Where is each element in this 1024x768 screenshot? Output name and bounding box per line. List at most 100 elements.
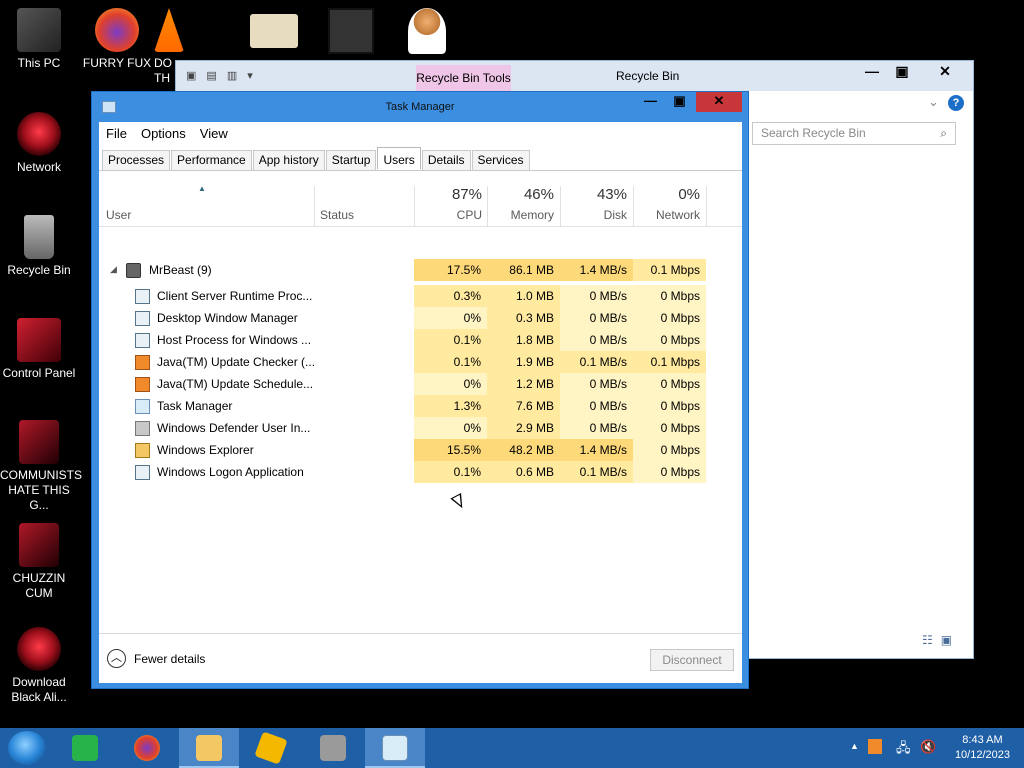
this-pc-shortcut[interactable]: This PC [0,8,78,71]
menu-view[interactable]: View [200,126,228,146]
column-cpu[interactable]: CPU [414,208,482,222]
clock[interactable]: 8:43 AM 10/12/2023 [955,733,1010,763]
details-view-icon[interactable]: ☷ [922,633,933,647]
taskbar-task-manager[interactable] [365,728,425,768]
column-network[interactable]: Network [633,208,700,222]
table-row[interactable]: Windows Logon Application 0.1% 0.6 MB 0.1 M… [99,461,742,483]
maze-app-icon[interactable] [328,8,374,54]
start-button[interactable] [8,731,46,765]
table-row[interactable]: Task Manager 1.3% 7.6 MB 0 MB/s 0 Mbps [99,395,742,417]
properties-icon[interactable]: ▣ [186,69,196,82]
tab-services[interactable]: Services [471,150,530,171]
column-memory-pct[interactable]: 46% [487,186,554,203]
user-name: MrBeast (9) [149,263,212,277]
close-button[interactable]: ✕ [696,92,742,112]
table-row[interactable]: Windows Defender User In... 0% 2.9 MB 0 MB/… [99,417,742,439]
network-icon [17,112,61,156]
alien-app-icon [19,523,59,567]
column-disk-pct[interactable]: 43% [560,186,627,203]
table-row[interactable]: Desktop Window Manager 0% 0.3 MB 0 MB/s 0 Mb… [99,307,742,329]
taskbar-firewall-app[interactable] [303,728,363,768]
download-shortcut[interactable]: Download Black Ali... [0,627,78,705]
chuzzin-shortcut[interactable]: CHUZZIN CUM [0,523,78,601]
process-icon [135,333,150,348]
process-icon [135,355,150,370]
search-input[interactable]: Search Recycle Bin ⌕ [752,122,956,145]
doctor-app-icon[interactable] [408,8,446,54]
memory-cell: 1.2 MB [487,373,560,395]
hxd-icon[interactable] [250,14,298,48]
rename-icon[interactable]: ▥ [227,69,237,82]
column-user[interactable]: User [106,208,131,222]
network-tray-icon[interactable]: 🖧 [896,739,911,761]
divider [99,170,742,171]
recycle-bin-tools-tab[interactable]: Recycle Bin Tools [416,65,511,91]
minimize-button[interactable]: — [857,61,887,83]
taskbar-package-app[interactable] [241,728,301,768]
network-cell: 0 Mbps [633,285,706,307]
clock-time: 8:43 AM [962,734,1003,746]
memory-cell: 1.8 MB [487,329,560,351]
column-memory[interactable]: Memory [487,208,554,222]
brick-wall-icon [320,735,346,761]
maximize-button[interactable]: ▣ [887,61,917,83]
desktop-icon-label: Network [16,160,61,174]
table-row[interactable]: Windows Explorer 15.5% 48.2 MB 1.4 MB/s 0 Mb… [99,439,742,461]
minimize-button[interactable]: — [636,92,665,112]
orb-icon [17,627,61,671]
column-status[interactable]: Status [320,208,354,222]
user-icon [126,263,141,278]
disk-cell: 0 MB/s [560,395,633,417]
this-pc-icon [17,8,61,52]
taskbar-firefox[interactable] [117,728,177,768]
volume-muted-icon[interactable]: 🔇 [920,739,936,755]
table-row[interactable]: Client Server Runtime Proc... 0.3% 1.0 MB 0… [99,285,742,307]
column-network-pct[interactable]: 0% [633,186,700,203]
column-cpu-pct[interactable]: 87% [414,186,482,203]
customize-toolbar-icon[interactable]: ▾ [247,69,253,82]
taskbar-file-explorer[interactable] [179,728,239,768]
disconnect-button[interactable]: Disconnect [650,649,734,671]
maximize-button[interactable]: ▣ [665,92,694,112]
table-row[interactable]: Java(TM) Update Schedule... 0% 1.2 MB 0 MB/… [99,373,742,395]
help-icon[interactable]: ? [948,95,964,111]
table-row[interactable]: Host Process for Windows ... 0.1% 1.8 MB 0 … [99,329,742,351]
tab-app-history[interactable]: App history [252,150,325,171]
tab-users[interactable]: Users [377,147,421,169]
network-cell: 0 Mbps [633,417,706,439]
tab-performance[interactable]: Performance [171,150,252,171]
menu-options[interactable]: Options [141,126,186,146]
disk-cell: 1.4 MB/s [560,259,633,281]
recycle-bin-shortcut[interactable]: Recycle Bin [0,215,78,278]
taskbar-notes-app[interactable] [55,728,115,768]
cpu-cell: 0.1% [414,461,487,483]
collapse-icon[interactable]: ◢ [110,264,117,275]
large-icons-view-icon[interactable]: ▣ [941,633,952,647]
firefox-shortcut[interactable]: FURRY FUX [78,8,156,71]
tab-startup[interactable]: Startup [325,150,377,171]
window-controls: — ▣ ✕ [857,61,973,83]
alien-app-icon [19,420,59,464]
control-panel-shortcut[interactable]: Control Panel [0,318,78,381]
task-manager-window[interactable]: Task Manager — ▣ ✕ File Options View Pro… [91,91,749,689]
memory-cell: 0.6 MB [487,461,560,483]
column-disk[interactable]: Disk [560,208,627,222]
close-button[interactable]: ✕ [917,61,973,83]
fewer-details-button[interactable]: ︿ Fewer details [107,649,205,668]
process-name: Windows Explorer [157,443,254,457]
menu-file[interactable]: File [106,126,127,146]
tab-strip: Processes Performance App history Startu… [102,147,531,171]
network-shortcut[interactable]: Network [0,112,78,175]
chevron-up-icon[interactable]: ▲ [850,741,859,751]
recycle-bin-titlebar[interactable]: ▣ ▤ ▥ ▾ Recycle Bin Tools Recycle Bin — … [176,61,973,91]
table-row[interactable]: Java(TM) Update Checker (... 0.1% 1.9 MB 0.… [99,351,742,373]
task-manager-titlebar[interactable]: Task Manager — ▣ ✕ [92,92,748,122]
chevron-down-icon[interactable]: ⌄ [928,94,939,110]
process-icon [135,421,150,436]
user-row[interactable]: ◢ MrBeast (9) 17.5% 86.1 MB 1.4 MB/s 0.1 Mbps [99,259,742,281]
tab-details[interactable]: Details [421,150,471,171]
new-folder-icon[interactable]: ▤ [206,69,216,82]
tab-processes[interactable]: Processes [102,150,171,171]
communists-shortcut[interactable]: COMMUNISTS HATE THIS G... [0,420,82,513]
java-tray-icon[interactable] [868,739,882,754]
